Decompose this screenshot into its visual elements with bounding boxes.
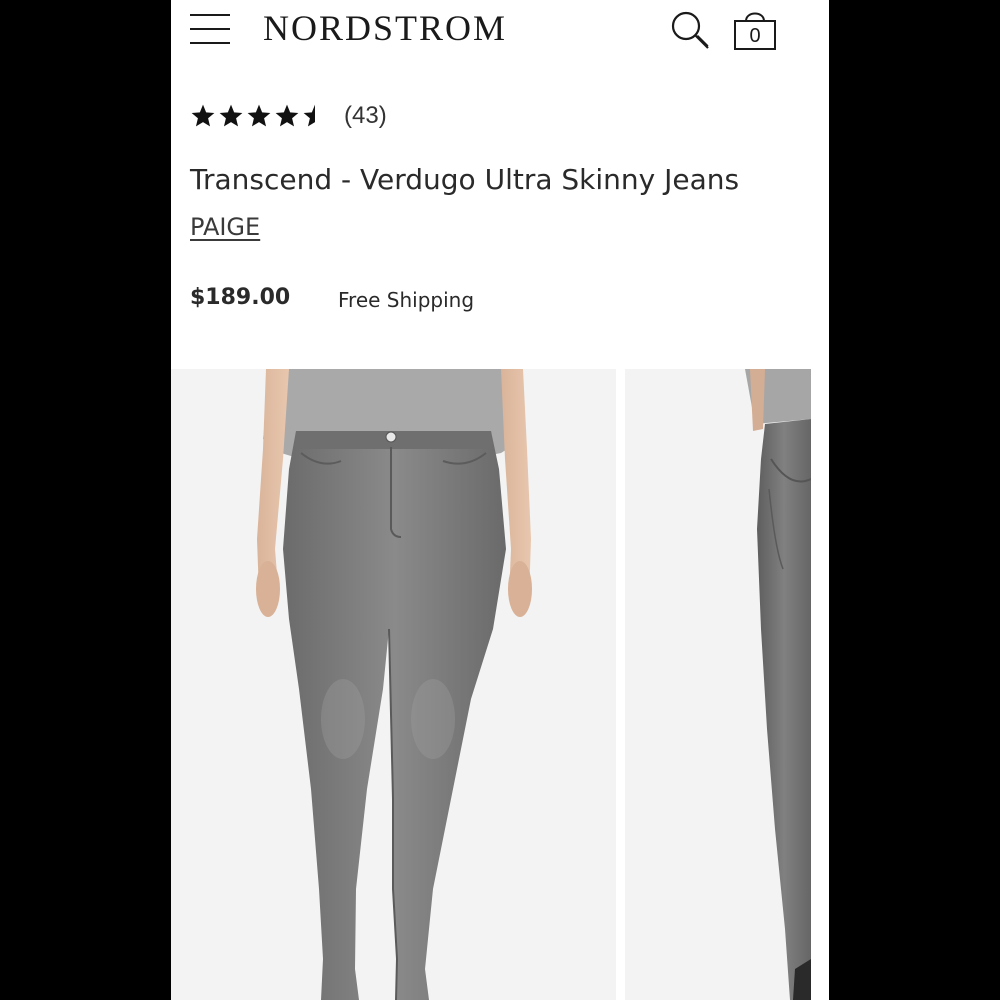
star-icon: [247, 104, 271, 127]
rating-stars: [190, 103, 328, 129]
hamburger-menu-icon[interactable]: [190, 13, 230, 45]
product-gallery: [171, 369, 829, 1000]
review-count[interactable]: (43): [344, 102, 387, 130]
shipping-info: Free Shipping: [338, 288, 475, 312]
bag-count: 0: [749, 25, 761, 47]
site-header: NORDSTROM 0: [171, 0, 829, 60]
search-icon[interactable]: [670, 10, 712, 52]
front-view-photo[interactable]: [171, 369, 616, 1000]
star-icon: [191, 104, 215, 127]
star-icon: [275, 104, 299, 127]
nordstrom-logo[interactable]: NORDSTROM: [263, 8, 507, 48]
star-icon: [303, 104, 315, 127]
product-rating[interactable]: (43): [190, 98, 387, 134]
mobile-page: NORDSTROM 0 (43) Transcend - Verdugo Ult…: [171, 0, 829, 1000]
brand-link[interactable]: PAIGE: [190, 210, 260, 244]
star-icon: [219, 104, 243, 127]
product-price: $189.00: [190, 285, 291, 310]
shopping-bag-icon[interactable]: 0: [731, 8, 779, 54]
back-view-photo[interactable]: [625, 369, 811, 1000]
product-title: Transcend - Verdugo Ultra Skinny Jeans: [190, 163, 740, 196]
